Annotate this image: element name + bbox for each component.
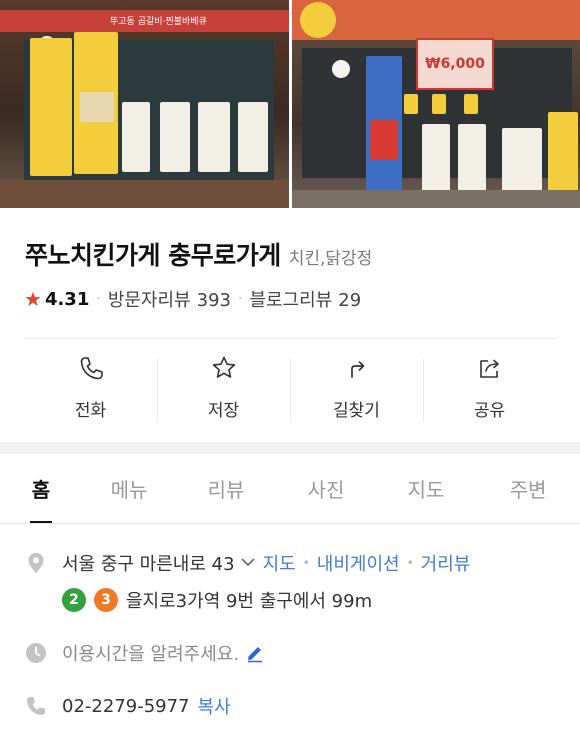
call-button[interactable]: 전화 [24,354,157,432]
visitor-review-count: 393 [196,290,231,311]
star-outline-icon [212,356,235,378]
phone-icon [27,697,45,715]
chevron-down-icon[interactable] [240,555,255,571]
place-category: 치킨,닭강정 [288,249,373,269]
star-icon: ★ [24,287,42,311]
banner [238,102,268,172]
hours-prompt[interactable]: 이용시간을 알려주세요. [62,640,239,666]
banner [432,94,446,114]
save-button[interactable]: 저장 [157,354,290,432]
storefront-photo-2[interactable]: ₩6,000 [292,0,580,208]
banner [548,112,578,192]
share-label: 공유 [473,401,506,421]
tab-nearby[interactable]: 주변 [476,454,580,523]
phone-row: 02-2279-5977 복사 [24,693,231,719]
separator-dot: • [302,556,310,570]
share-icon [479,359,499,378]
tab-menu[interactable]: 메뉴 [82,454,176,523]
tab-home[interactable]: 홈 [0,454,82,523]
separator-dot: • [406,556,414,570]
navigation-link[interactable]: 내비게이션 [317,550,400,576]
call-label: 전화 [74,401,107,421]
address-row: 서울 중구 마른내로 43 지도 • 내비게이션 • 거리뷰 [24,550,470,576]
separator-dot: · [96,291,101,307]
rating-row: ★ 4.31 · 방문자리뷰 393 · 블로그리뷰 29 [24,286,361,312]
banner [422,124,450,194]
share-button[interactable]: 공유 [423,354,556,432]
address-text[interactable]: 서울 중구 마른내로 43 [62,550,235,576]
photo-strip[interactable]: 뚜고동 곱갈비·찐불바베큐 ₩6,000 [0,0,580,208]
directions-label: 길찾기 [333,401,380,421]
phone-icon [80,357,103,380]
wooden-deck [0,180,289,208]
section-gap [0,442,580,454]
hours-row: 이용시간을 알려주세요. [24,640,265,666]
tab-map[interactable]: 지도 [376,454,476,523]
sidewalk [292,190,580,208]
directions-button[interactable]: 길찾기 [290,354,423,432]
copy-phone-button[interactable]: 복사 [198,693,231,719]
divider [24,338,556,339]
subway-line-3-badge: 3 [94,588,118,612]
tab-photos[interactable]: 사진 [276,454,376,523]
banner [160,102,190,172]
banner [30,38,72,176]
title-row: 쭈노치킨가게 충무로가게 치킨,닭강정 [25,236,372,272]
awning-text: 뚜고동 곱갈비·찐불바베큐 [110,17,207,27]
map-link[interactable]: 지도 [263,550,296,576]
banner [122,102,150,172]
banner-photo [80,92,114,122]
banner [458,124,486,194]
banner-photo [370,120,398,160]
price-sign: ₩6,000 [416,38,494,90]
banner [198,102,230,172]
place-name: 쭈노치킨가게 충무로가게 [25,241,281,270]
directions-icon [350,361,364,378]
phone-number[interactable]: 02-2279-5977 [62,696,190,717]
edit-pencil-icon[interactable] [245,643,265,663]
visitor-review-link[interactable]: 방문자리뷰 393 [108,286,231,312]
subway-directions: 을지로3가역 9번 출구에서 99m [126,591,373,612]
save-label: 저장 [207,401,240,421]
blog-review-label: 블로그리뷰 [249,290,333,311]
lamp [332,60,350,78]
blog-review-count: 29 [338,290,362,311]
visitor-review-label: 방문자리뷰 [107,290,191,311]
tab-reviews[interactable]: 리뷰 [176,454,276,523]
separator-dot: · [237,291,243,307]
action-bar: 전화 저장 길찾기 공유 [24,354,556,432]
subway-line-2-badge: 2 [62,588,86,612]
storefront-photo-1[interactable]: 뚜고동 곱갈비·찐불바베큐 [0,0,289,208]
banner [464,94,478,114]
tab-bar: 홈 메뉴 리뷰 사진 지도 주변 [0,454,580,524]
rating-value: 4.31 [44,288,90,310]
blog-review-link[interactable]: 블로그리뷰 29 [249,286,361,312]
subway-row: 2 3 을지로3가역 9번 출구에서 99m [62,587,372,613]
clock-icon [26,643,46,663]
street-view-link[interactable]: 거리뷰 [421,550,471,576]
logo-sign [300,2,336,38]
location-pin-icon [28,553,44,573]
banner [404,94,418,114]
